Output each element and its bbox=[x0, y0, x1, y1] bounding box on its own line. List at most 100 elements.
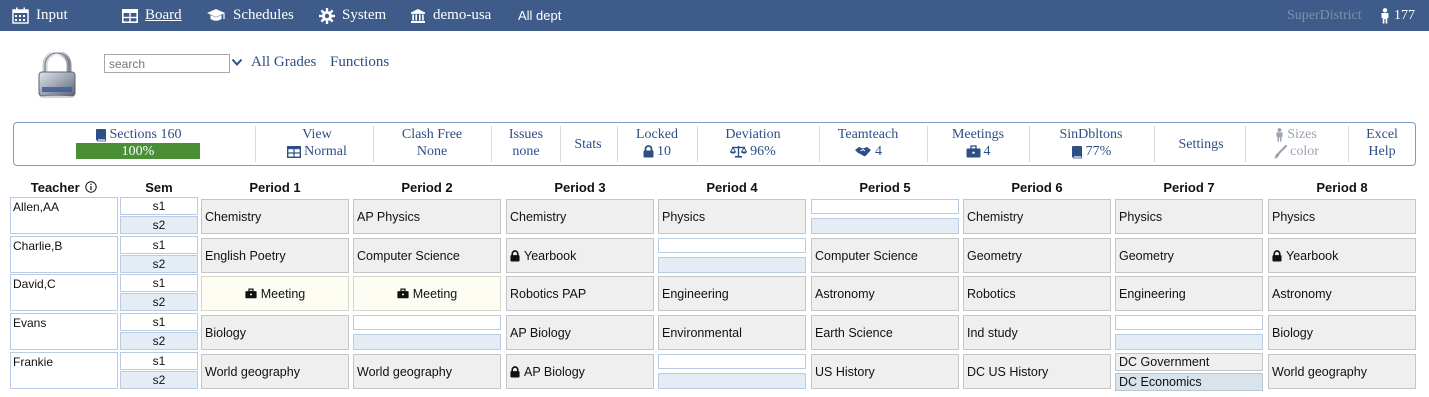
class-section[interactable]: DC Economics bbox=[1115, 373, 1263, 391]
help-link[interactable]: Help bbox=[1368, 143, 1395, 160]
lock-icon bbox=[510, 249, 520, 261]
class-section[interactable]: Computer Science bbox=[353, 238, 501, 273]
excel-link[interactable]: Excel bbox=[1366, 126, 1398, 143]
stat-sizes-color[interactable]: Sizes color bbox=[1250, 126, 1342, 162]
class-section[interactable]: Physics bbox=[1268, 199, 1416, 234]
class-section[interactable]: Astronomy bbox=[1268, 276, 1416, 311]
teacher-name[interactable]: Evans bbox=[10, 313, 118, 350]
teacher-name[interactable]: Charlie,B bbox=[10, 236, 118, 273]
stat-deviation[interactable]: Deviation 96% bbox=[701, 126, 805, 162]
class-section[interactable]: Chemistry bbox=[506, 199, 654, 234]
class-section[interactable]: DC Government bbox=[1115, 353, 1263, 371]
nav-schedules[interactable]: Schedules bbox=[206, 0, 294, 31]
class-section[interactable]: Earth Science bbox=[811, 315, 959, 350]
class-section[interactable]: Robotics PAP bbox=[506, 276, 654, 311]
chevron-down-icon[interactable] bbox=[231, 56, 243, 68]
class-section[interactable]: Astronomy bbox=[811, 276, 959, 311]
sizes-button[interactable]: Sizes bbox=[1250, 126, 1342, 143]
class-section-label: AP Biology bbox=[510, 325, 571, 340]
teacher-name[interactable]: Allen,AA bbox=[10, 197, 118, 234]
meeting-slot[interactable]: Meeting bbox=[353, 276, 501, 311]
class-section[interactable]: English Poetry bbox=[201, 238, 349, 273]
nav-dept[interactable]: All dept bbox=[518, 0, 561, 31]
all-grades-dropdown[interactable]: All Grades bbox=[251, 54, 316, 71]
teacher-header-label: Teacher bbox=[30, 180, 80, 195]
stat-locked[interactable]: Locked 10 bbox=[621, 126, 693, 162]
class-section[interactable]: US History bbox=[811, 354, 959, 389]
nav-system[interactable]: System bbox=[319, 0, 386, 31]
empty-slot[interactable] bbox=[353, 315, 501, 330]
meeting-slot[interactable]: Meeting bbox=[201, 276, 349, 311]
stat-view[interactable]: View Normal bbox=[264, 126, 370, 162]
empty-slot[interactable] bbox=[353, 334, 501, 350]
class-section[interactable]: Physics bbox=[1115, 199, 1263, 234]
locked-value: 10 bbox=[657, 144, 671, 159]
class-section[interactable]: Robotics bbox=[963, 276, 1111, 311]
empty-slot[interactable] bbox=[1115, 315, 1263, 330]
nav-board[interactable]: Board bbox=[122, 0, 182, 31]
class-section[interactable]: Chemistry bbox=[963, 199, 1111, 234]
view-label: View bbox=[302, 127, 332, 142]
sizes-label: Sizes bbox=[1287, 127, 1317, 142]
class-section[interactable]: Ind study bbox=[963, 315, 1111, 350]
period-header[interactable]: Period 2 bbox=[352, 180, 502, 196]
empty-slot[interactable] bbox=[811, 218, 959, 234]
issues-value: none bbox=[512, 144, 540, 159]
class-section-label: AP Physics bbox=[357, 209, 420, 224]
class-section[interactable]: Engineering bbox=[658, 276, 806, 311]
teacher-column-header[interactable]: Teacher bbox=[10, 180, 118, 196]
class-section[interactable]: Yearbook bbox=[506, 238, 654, 273]
teacher-name[interactable]: Frankie bbox=[10, 352, 118, 389]
empty-slot[interactable] bbox=[658, 257, 806, 273]
stat-stats[interactable]: Stats bbox=[563, 126, 613, 162]
class-section[interactable]: AP Physics bbox=[353, 199, 501, 234]
class-section[interactable]: World geography bbox=[201, 354, 349, 389]
stat-settings[interactable]: Settings bbox=[1160, 126, 1242, 162]
class-section[interactable]: Engineering bbox=[1115, 276, 1263, 311]
class-section[interactable]: Geometry bbox=[963, 238, 1111, 273]
stat-meetings[interactable]: Meetings 4 bbox=[931, 126, 1025, 162]
empty-slot[interactable] bbox=[811, 199, 959, 214]
empty-slot[interactable] bbox=[658, 354, 806, 369]
teacher-name[interactable]: David,C bbox=[10, 274, 118, 311]
info-icon[interactable] bbox=[85, 181, 97, 193]
divider bbox=[373, 126, 374, 162]
class-section[interactable]: Environmental bbox=[658, 315, 806, 350]
stat-clash-free[interactable]: Clash Free None bbox=[379, 126, 485, 162]
class-section[interactable]: Geometry bbox=[1115, 238, 1263, 273]
class-section[interactable]: Physics bbox=[658, 199, 806, 234]
empty-slot[interactable] bbox=[1115, 334, 1263, 350]
user-count[interactable]: 177 bbox=[1380, 0, 1415, 31]
briefcase-icon bbox=[397, 288, 409, 299]
nav-district[interactable]: demo-usa bbox=[410, 0, 491, 31]
period-header[interactable]: Period 4 bbox=[657, 180, 807, 196]
stat-sections[interactable]: Sections 160 100% bbox=[69, 126, 207, 162]
empty-slot[interactable] bbox=[658, 238, 806, 253]
stat-issues[interactable]: Issues none bbox=[495, 126, 557, 162]
nav-input[interactable]: Input bbox=[12, 0, 68, 31]
class-section[interactable]: Yearbook bbox=[1268, 238, 1416, 273]
class-section[interactable]: World geography bbox=[1268, 354, 1416, 389]
meeting-label: Meeting bbox=[412, 286, 458, 301]
class-section[interactable]: AP Biology bbox=[506, 354, 654, 389]
period-header[interactable]: Period 5 bbox=[810, 180, 960, 196]
class-section[interactable]: AP Biology bbox=[506, 315, 654, 350]
empty-slot[interactable] bbox=[658, 373, 806, 389]
functions-menu[interactable]: Functions bbox=[330, 54, 389, 71]
class-section[interactable]: Biology bbox=[201, 315, 349, 350]
search-input[interactable] bbox=[104, 54, 230, 73]
stat-sindbltons[interactable]: SinDbltons 77% bbox=[1033, 126, 1149, 162]
stat-teamteach[interactable]: Teamteach 4 bbox=[822, 126, 914, 162]
class-section[interactable]: DC US History bbox=[963, 354, 1111, 389]
class-section[interactable]: Computer Science bbox=[811, 238, 959, 273]
period-header[interactable]: Period 7 bbox=[1114, 180, 1264, 196]
period-header[interactable]: Period 6 bbox=[962, 180, 1112, 196]
class-section[interactable]: Biology bbox=[1268, 315, 1416, 350]
class-section[interactable]: World geography bbox=[353, 354, 501, 389]
period-header[interactable]: Period 1 bbox=[200, 180, 350, 196]
period-header[interactable]: Period 3 bbox=[505, 180, 655, 196]
color-button[interactable]: color bbox=[1250, 143, 1342, 160]
divider bbox=[697, 126, 698, 162]
period-header[interactable]: Period 8 bbox=[1267, 180, 1417, 196]
class-section[interactable]: Chemistry bbox=[201, 199, 349, 234]
